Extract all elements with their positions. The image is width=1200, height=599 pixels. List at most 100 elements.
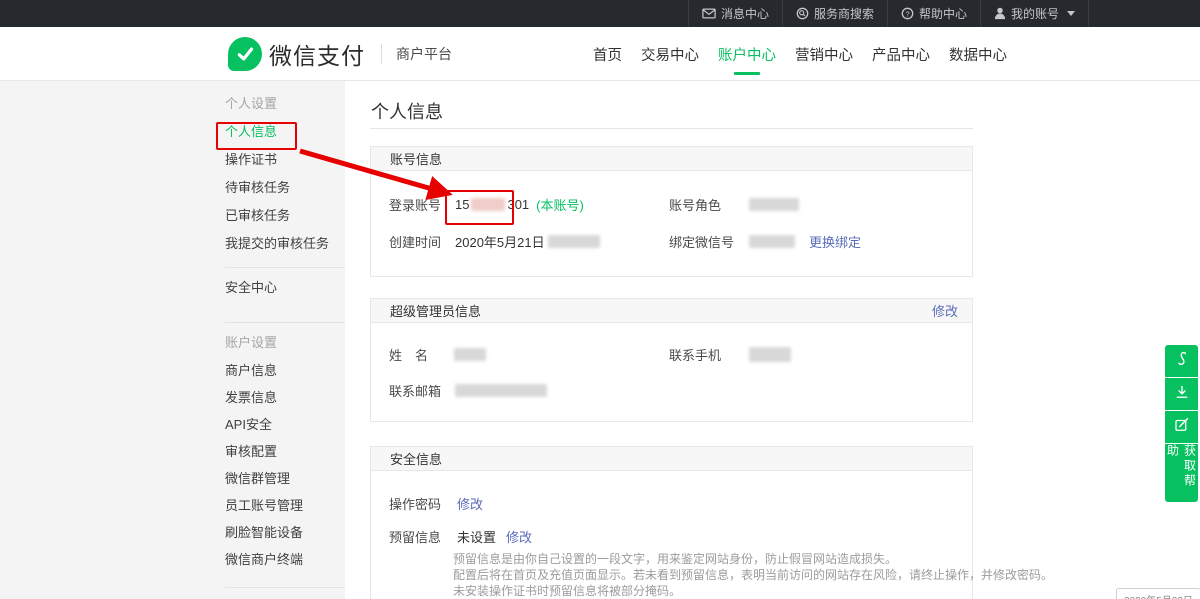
reserved-info-row: 预留信息 未设置 修改 — [389, 527, 532, 546]
hotline-icon — [1173, 350, 1191, 373]
sidebar-item-api-security[interactable]: API安全 — [225, 411, 345, 438]
sidebar-group-personal-settings: 个人设置 — [225, 90, 345, 118]
topbar-my-account[interactable]: 我的账号 — [980, 0, 1088, 27]
topbar-item-label: 消息中心 — [721, 5, 769, 22]
sidebar-item-wechat-group-management[interactable]: 微信群管理 — [225, 465, 345, 492]
sidebar-item-face-smart-devices[interactable]: 刷脸智能设备 — [225, 519, 345, 546]
floating-toolbar: 获取帮助 — [1165, 345, 1198, 502]
nav-data-center[interactable]: 数据中心 — [948, 27, 1008, 81]
nav-marketing-center[interactable]: 营销中心 — [794, 27, 854, 81]
brand-divider — [381, 44, 382, 64]
wechat-pay-logo-icon — [228, 37, 262, 71]
topbar-item-label: 我的账号 — [1011, 5, 1059, 22]
section-title: 账号信息 — [390, 149, 442, 168]
portal-name: 商户平台 — [396, 44, 452, 64]
redacted-admin-phone — [749, 347, 791, 362]
sidebar-item-reviewed-tasks[interactable]: 已审核任务 — [225, 202, 345, 230]
download-icon — [1173, 383, 1191, 406]
security-info-section-header: 安全信息 — [371, 447, 972, 471]
reserved-edit-link[interactable]: 修改 — [506, 527, 532, 546]
nav-product-center[interactable]: 产品中心 — [871, 27, 931, 81]
sidebar-item-staff-account-management[interactable]: 员工账号管理 — [225, 492, 345, 519]
chevron-down-icon — [1067, 11, 1075, 16]
topbar-provider-search[interactable]: 服务商搜索 — [782, 0, 887, 27]
login-account-prefix: 15 — [455, 197, 469, 212]
account-info-section-header: 账号信息 — [371, 147, 972, 171]
brand: 微信支付 商户平台 — [228, 27, 452, 81]
created-time-value: 2020年5月21日 — [455, 232, 545, 251]
admin-phone-row: 联系手机 — [669, 345, 791, 364]
brand-name: 微信支付 — [269, 37, 365, 71]
sidebar-divider — [225, 587, 345, 588]
redacted-account-role — [749, 198, 799, 211]
sidebar-item-personal-info[interactable]: 个人信息 — [225, 118, 345, 146]
topbar-item-label: 帮助中心 — [919, 5, 967, 22]
feedback-button[interactable] — [1165, 411, 1198, 443]
sidebar-item-wechat-merchant-terminal[interactable]: 微信商户终端 — [225, 546, 345, 573]
account-role-label: 账号角色 — [669, 195, 721, 214]
mail-icon — [702, 8, 716, 19]
get-help-button[interactable]: 获取帮助 — [1165, 444, 1198, 502]
nav-transaction-center[interactable]: 交易中心 — [640, 27, 700, 81]
admin-name-label: 姓 名 — [389, 345, 428, 364]
date-tooltip: 2020年5月22日 — [1116, 588, 1200, 599]
download-button[interactable] — [1165, 378, 1198, 410]
sidebar-item-review-config[interactable]: 审核配置 — [225, 438, 345, 465]
login-account-label: 登录账号 — [389, 195, 441, 214]
admin-email-label: 联系邮箱 — [389, 381, 441, 400]
password-edit-link[interactable]: 修改 — [457, 494, 483, 513]
account-info-section: 账号信息 登录账号 15 301 (本账号) 账号角色 创建时间 2020年5月… — [370, 146, 973, 277]
svg-text:?: ? — [905, 9, 909, 18]
sidebar-divider — [225, 322, 345, 323]
primary-nav: 首页 交易中心 账户中心 营销中心 产品中心 数据中心 — [592, 27, 1008, 81]
section-title: 安全信息 — [390, 449, 442, 468]
sidebar: 个人设置 个人信息 操作证书 待审核任务 已审核任务 我提交的审核任务 安全中心… — [0, 81, 345, 599]
nav-home[interactable]: 首页 — [592, 27, 623, 81]
sidebar-item-operation-certificate[interactable]: 操作证书 — [225, 146, 345, 174]
user-icon — [994, 7, 1006, 20]
reserved-info-label: 预留信息 — [389, 527, 441, 546]
sidebar-item-invoice-info[interactable]: 发票信息 — [225, 384, 345, 411]
rebind-link[interactable]: 更换绑定 — [809, 232, 861, 251]
reserved-help-line: 未安装操作证书时预留信息将被部分掩码。 — [453, 583, 681, 599]
sidebar-item-merchant-info[interactable]: 商户信息 — [225, 357, 345, 384]
account-role-row: 账号角色 — [669, 195, 799, 214]
utility-topbar: 消息中心 服务商搜索 ? 帮助中心 我的账号 — [0, 0, 1200, 27]
sidebar-item-my-submitted-tasks[interactable]: 我提交的审核任务 — [225, 230, 345, 258]
reserved-help-line: 配置后将在首页及充值页面显示。若未看到预留信息，表明当前访问的网站存在风险，请终… — [453, 567, 1053, 583]
sidebar-group-account-settings: 账户设置 — [225, 329, 345, 357]
created-time-row: 创建时间 2020年5月21日 — [389, 232, 600, 251]
super-admin-section: 超级管理员信息 修改 姓 名 联系手机 联系邮箱 — [370, 298, 973, 422]
help-icon: ? — [901, 7, 914, 20]
security-info-section: 安全信息 操作密码 修改 预留信息 未设置 修改 预留信息是由你自己设置的一段文… — [370, 446, 973, 599]
nav-account-center[interactable]: 账户中心 — [717, 27, 777, 81]
admin-email-row: 联系邮箱 — [389, 381, 547, 400]
reserved-help-line: 预留信息是由你自己设置的一段文字，用来鉴定网站身份，防止假冒网站造成损失。 — [453, 551, 897, 567]
admin-phone-label: 联系手机 — [669, 345, 721, 364]
login-account-row: 登录账号 — [389, 195, 441, 214]
redacted-login-middle — [471, 198, 505, 211]
bound-wechat-row: 绑定微信号 更换绑定 — [669, 232, 861, 251]
brand-header: 微信支付 商户平台 首页 交易中心 账户中心 营销中心 产品中心 数据中心 — [0, 27, 1200, 81]
topbar-item-label: 服务商搜索 — [814, 5, 874, 22]
reserved-info-status: 未设置 — [457, 527, 496, 546]
hotline-button[interactable] — [1165, 345, 1198, 377]
operation-password-row: 操作密码 修改 — [389, 494, 483, 513]
sidebar-item-security-center[interactable]: 安全中心 — [225, 274, 345, 302]
feedback-edit-icon — [1173, 416, 1191, 439]
topbar-help-center[interactable]: ? 帮助中心 — [887, 0, 980, 27]
section-title: 超级管理员信息 — [390, 301, 481, 320]
admin-edit-link[interactable]: 修改 — [932, 301, 958, 320]
page-title: 个人信息 — [371, 98, 443, 124]
created-time-label: 创建时间 — [389, 232, 441, 251]
redacted-wechat-id — [749, 235, 795, 248]
login-account-suffix: 301 — [507, 197, 529, 212]
merchant-platform-page: 消息中心 服务商搜索 ? 帮助中心 我的账号 — [0, 0, 1200, 599]
search-icon — [796, 7, 809, 20]
topbar-message-center[interactable]: 消息中心 — [688, 0, 782, 27]
super-admin-section-header: 超级管理员信息 修改 — [371, 299, 972, 323]
current-account-tag: (本账号) — [536, 195, 584, 214]
sidebar-item-pending-review-tasks[interactable]: 待审核任务 — [225, 174, 345, 202]
redacted-created-time — [548, 235, 600, 248]
bound-wechat-label: 绑定微信号 — [669, 232, 734, 251]
